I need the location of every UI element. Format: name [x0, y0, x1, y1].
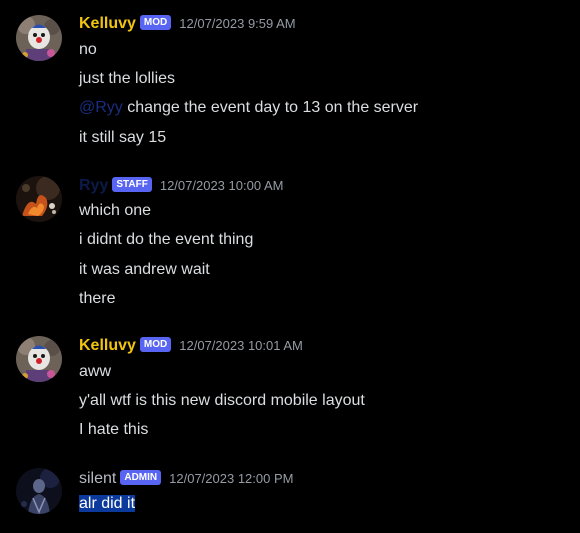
message-text: just the lollies	[79, 70, 176, 87]
selected-text[interactable]: alr did it	[79, 495, 136, 512]
username[interactable]: Ryy	[79, 176, 108, 196]
role-badge: MOD	[139, 336, 172, 352]
message-text: there	[79, 290, 116, 307]
message-header: Kelluvy MOD 12/07/2023 10:01 AM	[79, 336, 303, 356]
role-badge: ADMIN	[120, 469, 162, 485]
message-text: which one	[79, 202, 152, 219]
message-text: it still say 15	[79, 129, 167, 146]
message-text: it was andrew wait	[79, 261, 210, 278]
username[interactable]: silent	[79, 469, 116, 489]
timestamp: 12/07/2023 12:00 PM	[169, 471, 294, 486]
timestamp: 12/07/2023 9:59 AM	[179, 16, 296, 31]
message-text-fragment: change the event day to 13 on the server	[122, 99, 419, 116]
message-text: aww	[79, 363, 112, 380]
role-badge: STAFF	[112, 176, 152, 192]
timestamp: 12/07/2023 10:01 AM	[179, 338, 303, 353]
avatar[interactable]	[16, 468, 62, 514]
message-text: @Ryy change the event day to 13 on the s…	[79, 97, 418, 119]
username[interactable]: Kelluvy	[79, 14, 136, 34]
timestamp: 12/07/2023 10:00 AM	[159, 178, 284, 193]
username[interactable]: Kelluvy	[79, 336, 136, 356]
avatar[interactable]	[16, 336, 62, 382]
avatar[interactable]	[16, 15, 62, 61]
clown-avatar-icon	[16, 336, 62, 382]
message-text: I hate this	[79, 421, 149, 438]
message-text: y'all wtf is this new discord mobile lay…	[79, 392, 365, 409]
message-header: Kelluvy MOD 12/07/2023 9:59 AM	[79, 14, 296, 34]
user-mention[interactable]: @Ryy	[79, 99, 123, 116]
dark-figure-avatar-icon	[16, 468, 62, 514]
message-text: no	[79, 41, 97, 58]
message-text: i didnt do the event thing	[79, 231, 254, 248]
role-badge: MOD	[139, 14, 172, 30]
message-header: Ryy STAFF 12/07/2023 10:00 AM	[79, 176, 283, 196]
message-header: silent ADMIN 12/07/2023 12:00 PM	[79, 469, 293, 489]
fire-avatar-icon	[16, 176, 62, 222]
avatar[interactable]	[16, 176, 62, 222]
message-text: alr did it	[79, 493, 136, 515]
clown-avatar-icon	[16, 15, 62, 61]
